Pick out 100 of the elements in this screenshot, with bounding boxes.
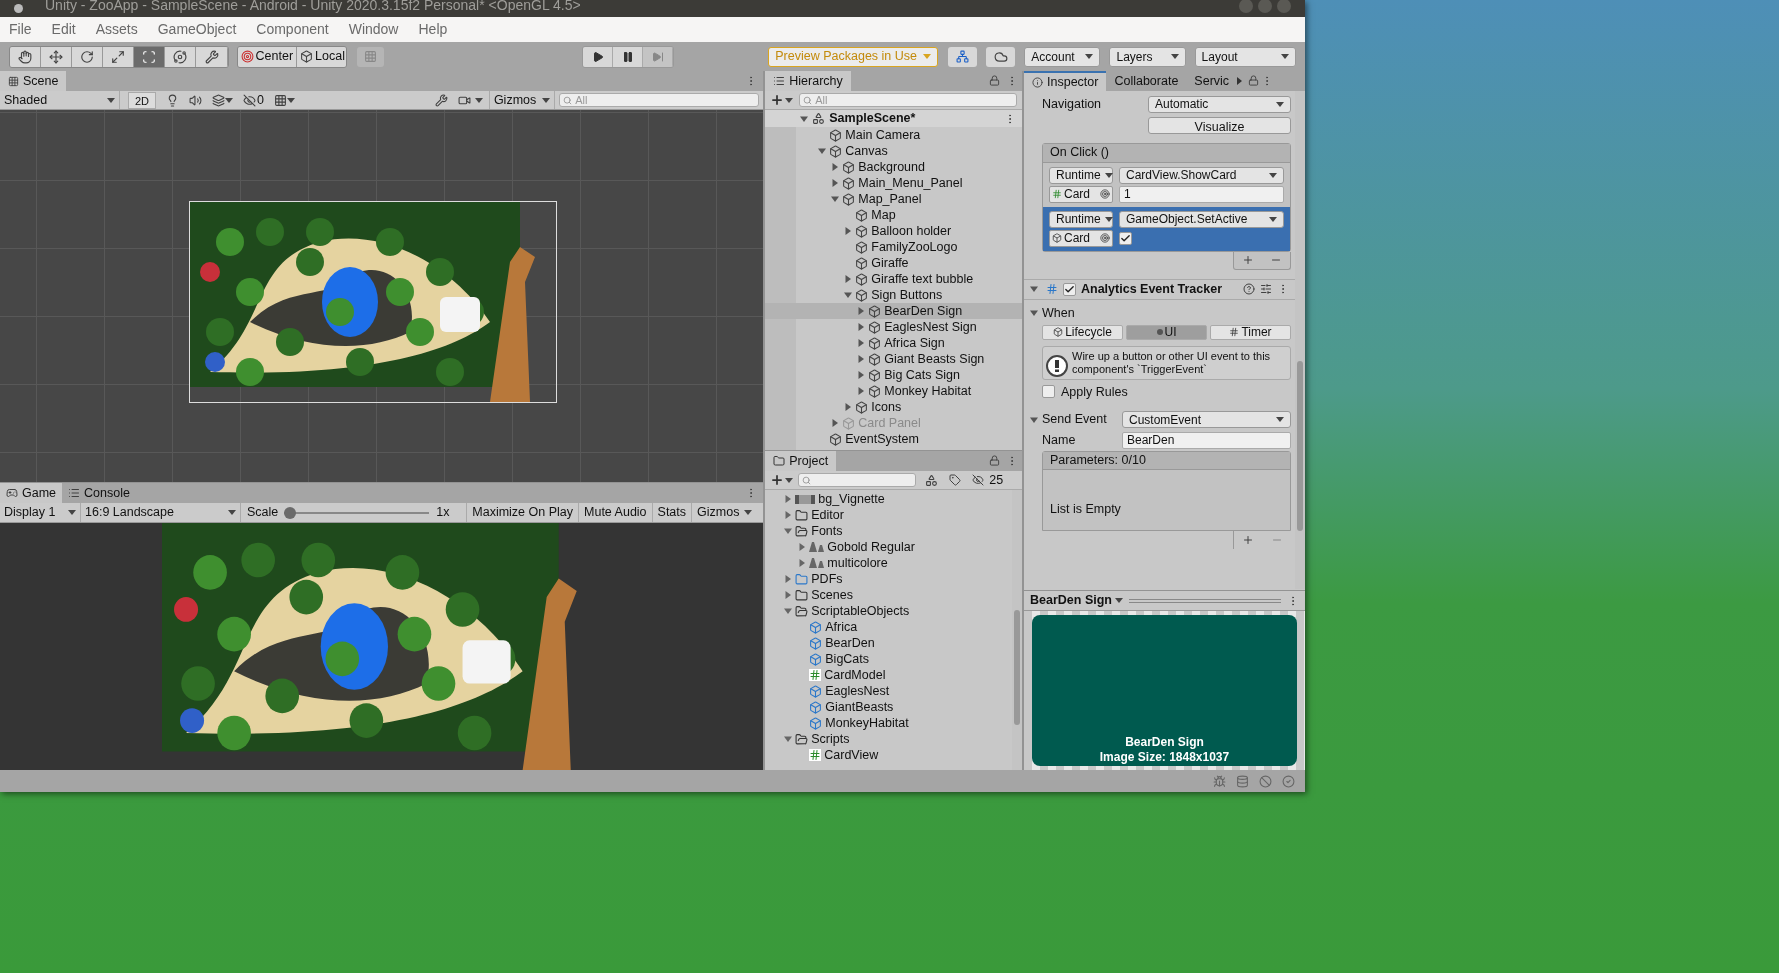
hierarchy-item[interactable]: EventSystem	[765, 431, 1022, 447]
toolbar-dropdown[interactable]: Layers	[1109, 46, 1186, 67]
foldout-arrow-icon[interactable]	[843, 291, 852, 299]
hierarchy-item[interactable]: Balloon holder	[765, 223, 1022, 239]
navigation-dropdown[interactable]: Automatic	[1148, 95, 1291, 113]
project-tab[interactable]: Project	[765, 451, 837, 471]
foldout-arrow-icon[interactable]	[843, 403, 852, 411]
when-option-button[interactable]: Lifecycle	[1042, 324, 1123, 340]
foldout-arrow-icon[interactable]	[783, 591, 792, 599]
hierarchy-item[interactable]: Main Camera	[765, 127, 1022, 143]
tools-icon[interactable]	[434, 93, 448, 107]
project-item[interactable]: Editor	[765, 507, 1012, 523]
tag-icon[interactable]	[949, 474, 962, 486]
component-header[interactable]: Analytics Event Tracker	[1024, 278, 1295, 300]
scene-search-field[interactable]: All	[559, 93, 760, 107]
hidden-eye-icon[interactable]	[972, 474, 985, 486]
hidden-eye-icon[interactable]	[243, 93, 257, 107]
toolbar-dropdown[interactable]: Account	[1024, 46, 1101, 67]
tool-button[interactable]	[196, 46, 228, 67]
tool-button[interactable]	[103, 46, 135, 67]
tool-button[interactable]	[72, 46, 104, 67]
scrollbar[interactable]	[1012, 490, 1022, 770]
playback-button[interactable]	[582, 46, 614, 67]
event-entry[interactable]: Runtime GameObject.SetActive Card	[1043, 206, 1290, 251]
project-item[interactable]: CardModel	[765, 667, 1012, 683]
foldout-arrow-icon[interactable]	[856, 339, 865, 347]
grid-icon[interactable]	[274, 93, 287, 107]
argument-field[interactable]: 1	[1119, 185, 1284, 203]
project-search-field[interactable]	[798, 473, 917, 487]
object-picker-icon[interactable]	[1100, 189, 1110, 200]
lock-icon[interactable]	[989, 75, 1000, 86]
display-dropdown[interactable]: Display 1	[0, 503, 81, 522]
lock-icon[interactable]	[1248, 75, 1260, 86]
hierarchy-item[interactable]: FamilyZooLogo	[765, 239, 1022, 255]
menu-item[interactable]: Edit	[51, 19, 76, 40]
hierarchy-item[interactable]: Giant Beasts Sign	[765, 351, 1022, 367]
add-button[interactable]	[770, 93, 794, 107]
object-picker-icon[interactable]	[1100, 233, 1110, 244]
tool-button[interactable]	[41, 46, 73, 67]
runtime-dropdown[interactable]: Runtime	[1049, 210, 1113, 228]
lock-icon[interactable]	[989, 455, 1000, 466]
mode-2d-toggle[interactable]: 2D	[128, 91, 157, 109]
hierarchy-item[interactable]: Canvas	[765, 143, 1022, 159]
runtime-dropdown[interactable]: Runtime	[1049, 166, 1113, 184]
tab-scroll-arrow-icon[interactable]	[1237, 77, 1243, 85]
database-icon[interactable]	[1236, 774, 1249, 788]
aspect-dropdown[interactable]: 16:9 Landscape	[81, 503, 241, 522]
foldout-arrow-icon[interactable]	[783, 527, 792, 535]
tool-button[interactable]	[165, 46, 197, 67]
foldout-arrow-icon[interactable]	[1030, 285, 1038, 294]
tool-button[interactable]	[10, 46, 42, 67]
hierarchy-item[interactable]: Icons	[765, 399, 1022, 415]
foldout-arrow-icon[interactable]	[843, 227, 852, 235]
foldout-arrow-icon[interactable]	[783, 735, 792, 743]
foldout-arrow-icon[interactable]	[797, 543, 806, 551]
foldout-arrow-icon[interactable]	[783, 607, 792, 615]
object-field[interactable]: Card	[1049, 185, 1113, 203]
gizmos-dropdown[interactable]: Gizmos	[488, 91, 556, 109]
menu-item[interactable]: File	[9, 19, 32, 40]
project-item[interactable]: BigCats	[765, 651, 1012, 667]
apply-rules-checkbox[interactable]	[1042, 385, 1055, 399]
foldout-arrow-icon[interactable]	[817, 147, 826, 155]
function-dropdown[interactable]: GameObject.SetActive	[1119, 210, 1284, 228]
visualize-button[interactable]: Visualize	[1148, 116, 1291, 134]
scene-row[interactable]: SampleScene*	[765, 110, 1022, 127]
pivot-button[interactable]: Center	[237, 46, 298, 67]
add-icon[interactable]	[1242, 254, 1254, 267]
pivot-button[interactable]: Local	[297, 46, 346, 67]
check-circle-icon[interactable]	[1282, 774, 1295, 788]
collab-button[interactable]	[948, 46, 978, 67]
scale-slider[interactable]	[284, 506, 430, 519]
project-item[interactable]: MonkeyHabitat	[765, 715, 1012, 731]
foldout-arrow-icon[interactable]	[856, 371, 865, 379]
when-option-button[interactable]: Timer	[1210, 324, 1291, 340]
project-item[interactable]: Africa	[765, 619, 1012, 635]
hierarchy-search-field[interactable]: All	[799, 93, 1017, 107]
add-icon[interactable]	[1242, 533, 1255, 546]
foldout-arrow-icon[interactable]	[783, 511, 792, 519]
foldout-arrow-icon[interactable]	[856, 355, 865, 363]
project-item[interactable]: CardView	[765, 747, 1012, 763]
hierarchy-item[interactable]: Giraffe	[765, 255, 1022, 271]
hierarchy-item[interactable]: Map_Panel	[765, 191, 1022, 207]
hierarchy-item[interactable]: Big Cats Sign	[765, 367, 1022, 383]
name-field[interactable]: BearDen	[1122, 431, 1291, 449]
menu-item[interactable]: Assets	[95, 19, 138, 40]
blocked-icon[interactable]	[1259, 774, 1272, 788]
speaker-icon[interactable]	[189, 93, 203, 107]
project-item[interactable]: Gobold Regular	[765, 539, 1012, 555]
function-dropdown[interactable]: CardView.ShowCard	[1119, 166, 1284, 184]
foldout-arrow-icon[interactable]	[830, 179, 839, 187]
scrollbar[interactable]	[1295, 91, 1305, 589]
game-panel-tab[interactable]: Game	[0, 483, 63, 503]
foldout-arrow-icon[interactable]	[856, 323, 865, 331]
hierarchy-item[interactable]: Monkey Habitat	[765, 383, 1022, 399]
project-item[interactable]: BearDen	[765, 635, 1012, 651]
bug-icon[interactable]	[1213, 774, 1226, 788]
foldout-arrow-icon[interactable]	[797, 559, 806, 567]
preset-icon[interactable]	[1260, 283, 1272, 296]
inspector-tab[interactable]: Inspector	[1024, 71, 1107, 91]
menu-item[interactable]: Window	[348, 19, 399, 40]
